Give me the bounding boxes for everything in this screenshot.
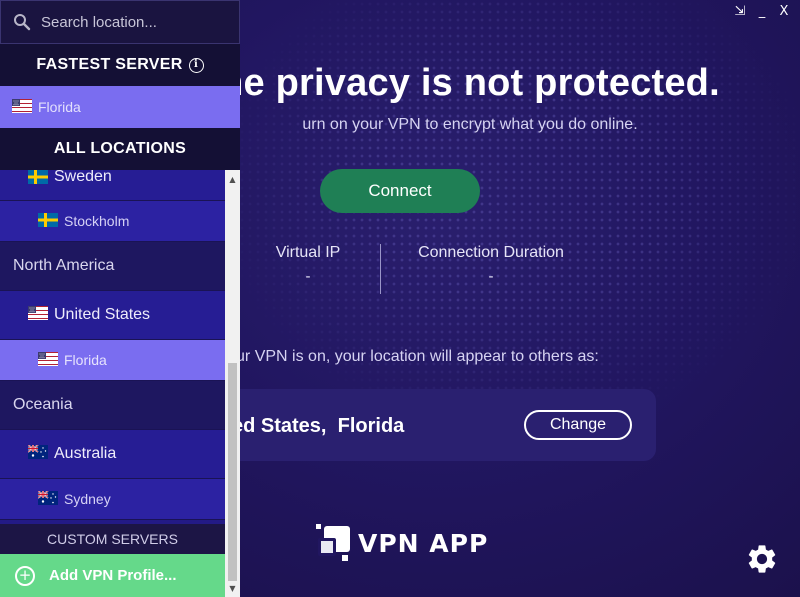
us-flag-icon bbox=[38, 351, 58, 369]
se-flag-icon bbox=[28, 170, 48, 189]
close-button[interactable]: X bbox=[778, 4, 790, 19]
fastest-server-label: Florida bbox=[38, 99, 81, 115]
connection-stats: Virtual IP - Connection Duration - bbox=[240, 244, 800, 294]
scroll-up-arrow[interactable]: ▲ bbox=[225, 172, 240, 188]
custom-servers-header: CUSTOM SERVERS bbox=[0, 524, 225, 554]
se-flag-icon bbox=[38, 212, 58, 230]
list-item-city-florida[interactable]: Florida bbox=[0, 340, 225, 381]
au-flag-icon bbox=[37, 489, 58, 508]
list-item-region-north-america[interactable]: North America bbox=[0, 242, 225, 291]
connection-duration-stat: Connection Duration - bbox=[410, 244, 572, 285]
restore-icon[interactable]: ⇲ bbox=[734, 4, 746, 19]
fastest-server-title: FASTEST SERVER bbox=[36, 56, 183, 73]
virtual-ip-stat: Virtual IP - bbox=[258, 244, 358, 285]
change-location-button[interactable]: Change bbox=[524, 410, 632, 440]
location-label: Sweden bbox=[54, 170, 112, 185]
connection-duration-value: - bbox=[488, 268, 494, 285]
virtual-ip-label: Virtual IP bbox=[275, 244, 341, 261]
connect-button[interactable]: Connect bbox=[320, 169, 480, 213]
scroll-thumb[interactable] bbox=[228, 363, 237, 581]
add-vpn-profile-button[interactable]: + Add VPN Profile... bbox=[0, 554, 225, 597]
logo-text: VPN APP bbox=[358, 528, 489, 558]
location-search bbox=[0, 0, 240, 44]
connection-duration-label: Connection Duration bbox=[418, 244, 564, 261]
apparent-location-city: Florida bbox=[337, 415, 405, 437]
scroll-down-arrow[interactable]: ▼ bbox=[225, 581, 240, 597]
app-logo: VPN APP bbox=[316, 524, 488, 562]
info-icon[interactable]: i bbox=[188, 57, 204, 73]
location-label: United States bbox=[54, 306, 151, 323]
location-label: Sydney bbox=[64, 491, 111, 507]
search-icon bbox=[14, 14, 31, 31]
au-flag-icon bbox=[27, 443, 48, 464]
stats-divider bbox=[380, 244, 381, 294]
list-item-region-oceania[interactable]: Oceania bbox=[0, 381, 225, 430]
list-item-country-australia[interactable]: Australia bbox=[0, 430, 225, 479]
virtual-ip-value: - bbox=[305, 268, 311, 285]
window-controls: ⇲ _ X bbox=[734, 4, 790, 19]
fastest-server-header: FASTEST SERVER i bbox=[0, 44, 240, 86]
location-label: Oceania bbox=[13, 396, 73, 413]
locations-list: Sweden Stockholm North America United St… bbox=[0, 170, 225, 524]
list-item-city-sydney[interactable]: Sydney bbox=[0, 479, 225, 520]
all-locations-header: ALL LOCATIONS bbox=[0, 128, 240, 170]
location-sidebar: FASTEST SERVER i Florida ALL LOCATIONS S… bbox=[0, 0, 240, 597]
us-flag-icon bbox=[28, 305, 48, 325]
logo-icon bbox=[316, 524, 352, 562]
search-input[interactable] bbox=[41, 13, 231, 31]
location-label: Stockholm bbox=[64, 213, 130, 229]
list-item-city-stockholm[interactable]: Stockholm bbox=[0, 201, 225, 242]
plus-circle-icon: + bbox=[15, 565, 35, 586]
apparent-location-country: ed States, bbox=[232, 415, 327, 437]
all-locations-title: ALL LOCATIONS bbox=[53, 140, 187, 157]
list-item-country-united-states[interactable]: United States bbox=[0, 291, 225, 340]
us-flag-icon bbox=[12, 98, 32, 116]
locations-scrollbar[interactable]: ▲ ▼ bbox=[225, 170, 240, 597]
list-item-country-sweden[interactable]: Sweden bbox=[0, 170, 225, 201]
apparent-location-card: ed States, Florida Change bbox=[180, 389, 656, 461]
location-label: Florida bbox=[64, 352, 107, 368]
add-vpn-profile-label: Add VPN Profile... bbox=[49, 567, 177, 584]
gear-icon[interactable] bbox=[745, 542, 779, 576]
fastest-server-item[interactable]: Florida bbox=[0, 86, 240, 128]
location-label: Australia bbox=[54, 445, 117, 462]
minimize-button[interactable]: _ bbox=[756, 4, 768, 19]
location-label: North America bbox=[13, 257, 115, 274]
